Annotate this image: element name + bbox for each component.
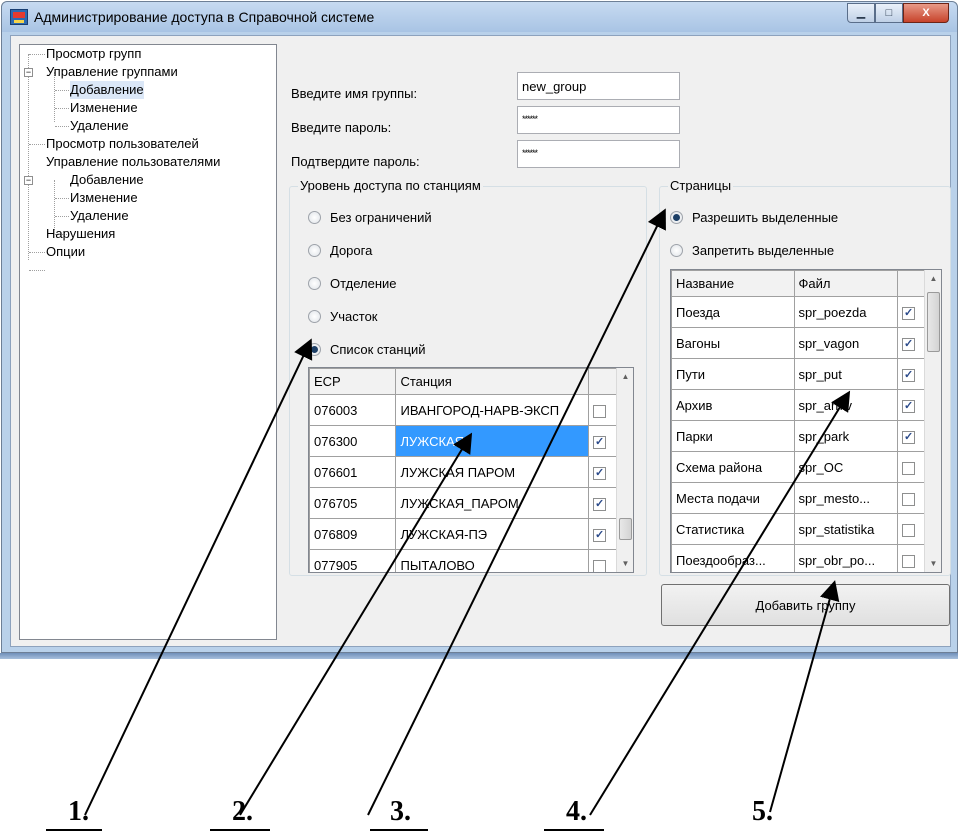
callout-arrow-5 xyxy=(769,580,840,813)
callout-arrow-4 xyxy=(589,390,851,816)
callout-label-4: 4. xyxy=(566,796,587,827)
callout-label-5: 5. xyxy=(752,796,773,827)
callout-label-2: 2. xyxy=(232,796,253,827)
callout-arrow-1 xyxy=(84,338,313,816)
callout-arrow-3 xyxy=(367,208,666,816)
callout-label-3: 3. xyxy=(390,796,411,827)
callout-label-1: 1. xyxy=(68,796,89,827)
callout-arrow-2 xyxy=(239,432,473,816)
callout-arrows xyxy=(84,208,851,816)
